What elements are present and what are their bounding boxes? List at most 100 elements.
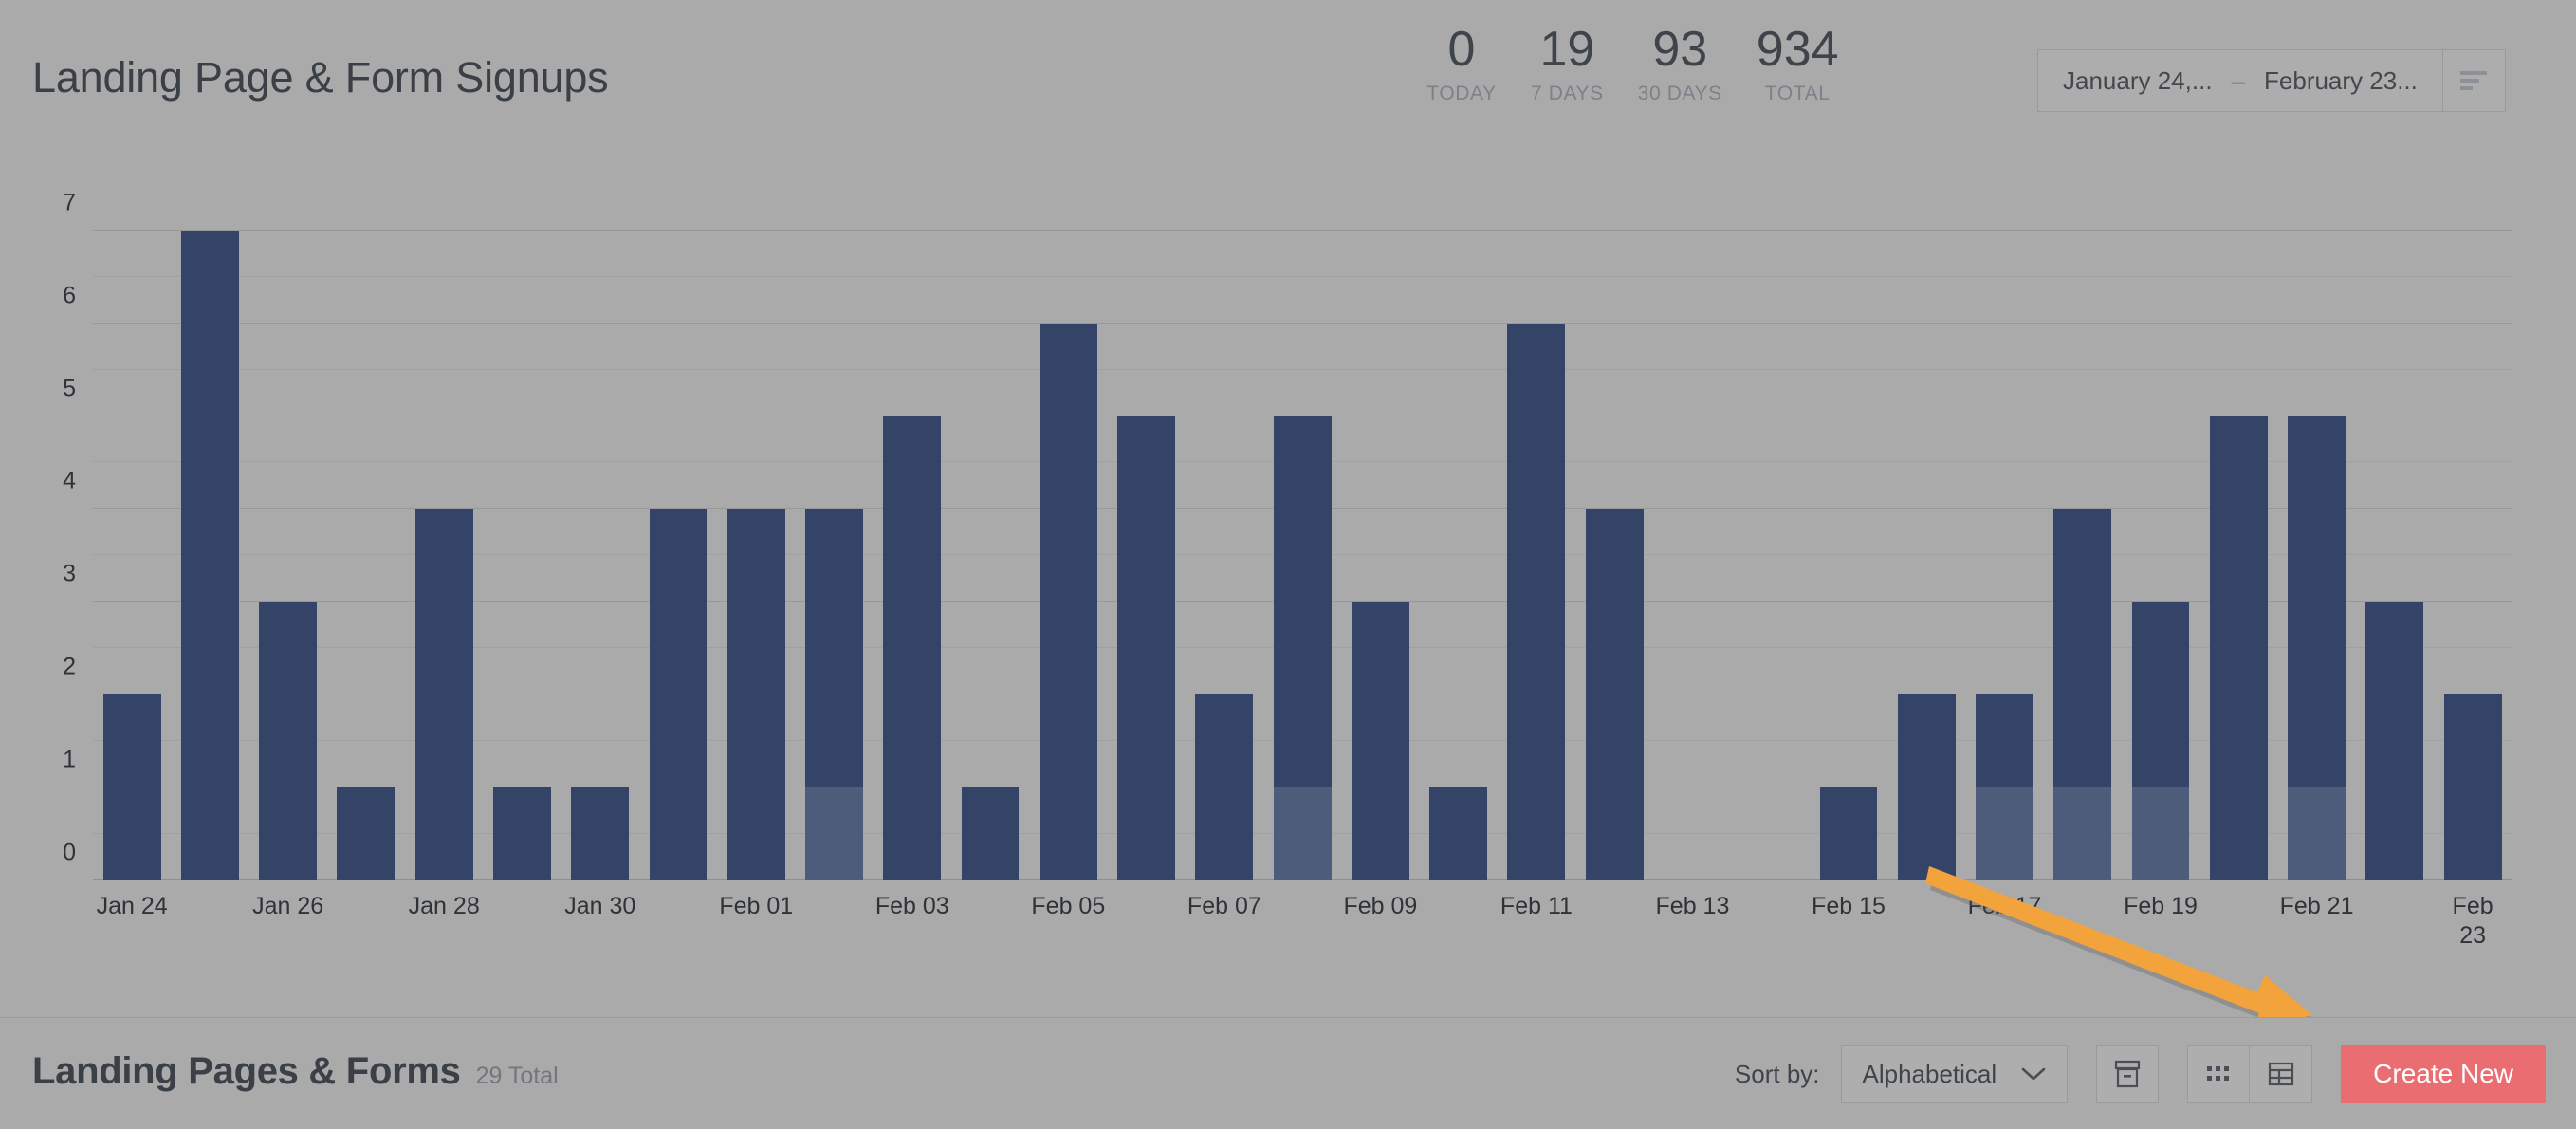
chart-bar[interactable] (414, 509, 473, 880)
chart-bar-slot[interactable] (405, 175, 483, 880)
chart-bar-slot[interactable] (483, 175, 561, 880)
chart-bar[interactable] (2131, 602, 2190, 880)
chart-bar-slot[interactable] (795, 175, 873, 880)
chart-bar-slot[interactable] (2199, 175, 2277, 880)
chart-bar-slot[interactable] (1186, 175, 1263, 880)
chart-bar-slot[interactable] (2434, 175, 2512, 880)
chart-bar[interactable] (2443, 694, 2502, 880)
chart-bar-segment-primary (1429, 787, 1488, 880)
chart-bar[interactable] (1897, 694, 1956, 880)
chart-bar[interactable] (1351, 602, 1409, 880)
chart-bar[interactable] (1429, 787, 1488, 880)
x-axis-tick-empty (327, 892, 405, 950)
chart-bar-slot[interactable] (93, 175, 171, 880)
chart-bar[interactable] (2053, 509, 2112, 880)
chart-bar-slot[interactable] (1810, 175, 1887, 880)
x-axis-tick-empty (951, 892, 1029, 950)
chart-bar[interactable] (571, 787, 630, 880)
chart-bar-slot[interactable] (1575, 175, 1653, 880)
chart-bar-slot[interactable] (249, 175, 327, 880)
chart-bar-segment-primary (2365, 602, 2424, 880)
chart-bar-slot[interactable] (951, 175, 1029, 880)
chart-bar[interactable] (2209, 416, 2268, 880)
chart-bar[interactable] (1117, 416, 1176, 880)
chart-bar-slot[interactable] (327, 175, 405, 880)
create-new-button[interactable]: Create New (2341, 1045, 2546, 1103)
chart-bar[interactable] (883, 416, 942, 880)
x-axis-tick: Feb 21 (2279, 893, 2354, 919)
stat-label: 30 DAYS (1637, 83, 1722, 105)
chart-bar[interactable] (649, 509, 708, 880)
chart-bar[interactable] (1273, 416, 1332, 880)
x-axis-tick-empty (1732, 892, 1810, 950)
x-axis-tick: Feb 01 (719, 893, 794, 919)
chart-bar[interactable] (259, 602, 318, 880)
page-header: Landing Page & Form Signups 0 TODAY 19 7 DA… (0, 0, 2576, 163)
chart-bar-slot[interactable] (1107, 175, 1185, 880)
signups-dashboard-page: Landing Page & Form Signups 0 TODAY 19 7 DA… (0, 0, 2576, 1129)
view-mode-group (2187, 1045, 2313, 1103)
chart-bar[interactable] (805, 509, 863, 880)
chart-bar[interactable] (180, 230, 239, 880)
chart-bar-slot[interactable] (561, 175, 639, 880)
chart-bar-slot[interactable] (717, 175, 795, 880)
x-axis-tick: Jan 24 (96, 893, 168, 919)
chart-bar-slot[interactable] (1965, 175, 2043, 880)
x-axis-labels: Jan 24 Jan 26 Jan 28 Jan 30 Feb 01 Feb 03 Feb … (93, 892, 2512, 950)
chart-bar[interactable] (1585, 509, 1644, 880)
chart-bar[interactable] (2365, 602, 2424, 880)
chart-bar-slot[interactable] (1029, 175, 1107, 880)
list-heading: Landing Pages & Forms 29 Total (32, 1050, 559, 1093)
x-axis-tick: Feb 03 (874, 893, 949, 919)
x-axis-tick-empty (483, 892, 561, 950)
chart-bar[interactable] (961, 787, 1020, 880)
y-axis-tick: 3 (63, 560, 76, 587)
chart-bar-slot[interactable] (1498, 175, 1575, 880)
chart-bar[interactable] (337, 787, 396, 880)
chart-bar-slot[interactable] (171, 175, 248, 880)
chart-bar[interactable] (1819, 787, 1878, 880)
x-axis-tick: Feb 07 (1187, 893, 1261, 919)
chart-bar-segment-primary (649, 509, 708, 880)
x-axis-tick-empty (639, 892, 717, 950)
chart-bar-slot[interactable] (2044, 175, 2122, 880)
chart-bar[interactable] (727, 509, 785, 880)
chart-bar[interactable] (493, 787, 551, 880)
chart-plot-area (93, 175, 2512, 880)
chart-bar-segment-primary (414, 509, 473, 880)
chart-bar-slot[interactable] (1653, 175, 1731, 880)
chart-bar-slot[interactable] (2356, 175, 2434, 880)
chart-bar-segment-secondary (2131, 787, 2190, 880)
sort-by-select[interactable]: Alphabetical (1840, 1045, 2069, 1103)
chart-bar-slot[interactable] (1263, 175, 1341, 880)
chart-bar[interactable] (1039, 323, 1097, 880)
stat-value: 934 (1756, 22, 1839, 77)
table-view-button[interactable] (2250, 1045, 2313, 1103)
chart-bar-slot[interactable] (1341, 175, 1419, 880)
chart-bar-slot[interactable] (1732, 175, 1810, 880)
chart-bar[interactable] (1976, 694, 2033, 880)
chart-bar[interactable] (2288, 416, 2346, 880)
stat-value: 19 (1539, 22, 1595, 77)
y-axis-tick: 7 (63, 189, 76, 216)
chart-bar-slot[interactable] (2122, 175, 2199, 880)
chart-bar-slot[interactable] (1420, 175, 1498, 880)
chart-bar-segment-primary (1897, 694, 1956, 880)
chart-bar-slot[interactable] (874, 175, 951, 880)
chart-bar[interactable] (1507, 323, 1566, 880)
grid-view-button[interactable] (2187, 1045, 2251, 1103)
chart-bar-segment-primary (1585, 509, 1644, 880)
date-range-text[interactable]: January 24,... – February 23... (2038, 50, 2442, 111)
x-axis-tick: Feb 23 (2452, 893, 2493, 949)
x-axis-tick-empty (1420, 892, 1498, 950)
chart-bar-slot[interactable] (639, 175, 717, 880)
chart-bar-slot[interactable] (1887, 175, 1965, 880)
date-range-filter-button[interactable] (2441, 50, 2505, 111)
list-heading-count: 29 Total (475, 1063, 559, 1089)
x-axis-tick-empty (2044, 892, 2122, 950)
chart-bar[interactable] (102, 694, 161, 880)
chart-bar-slot[interactable] (2277, 175, 2355, 880)
date-range-picker[interactable]: January 24,... – February 23... (2037, 49, 2506, 112)
chart-bar[interactable] (1195, 694, 1254, 880)
archive-button[interactable] (2096, 1045, 2160, 1103)
